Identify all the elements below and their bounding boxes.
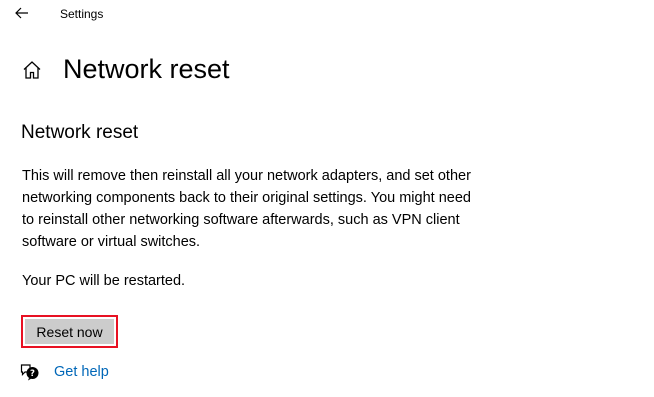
page-title: Network reset — [63, 54, 230, 84]
reset-now-button[interactable]: Reset now — [21, 315, 118, 348]
reset-description: This will remove then reinstall all your… — [22, 168, 471, 250]
title-bar: Settings — [0, 0, 654, 30]
get-help-link-row[interactable]: ? Get help — [20, 361, 109, 383]
home-icon — [23, 61, 41, 79]
window-title: Settings — [60, 7, 104, 21]
home-button[interactable] — [20, 58, 44, 82]
section-heading: Network reset — [21, 122, 139, 143]
back-button[interactable] — [11, 3, 33, 23]
help-chat-icon: ? — [20, 362, 40, 382]
restart-note: Your PC will be restarted. — [22, 273, 186, 289]
get-help-link[interactable]: Get help — [54, 364, 109, 380]
settings-window: Settings Network reset Network reset Thi… — [0, 0, 654, 397]
svg-text:?: ? — [30, 369, 35, 379]
reset-now-button-label: Reset now — [25, 319, 114, 344]
back-arrow-icon — [15, 7, 28, 19]
